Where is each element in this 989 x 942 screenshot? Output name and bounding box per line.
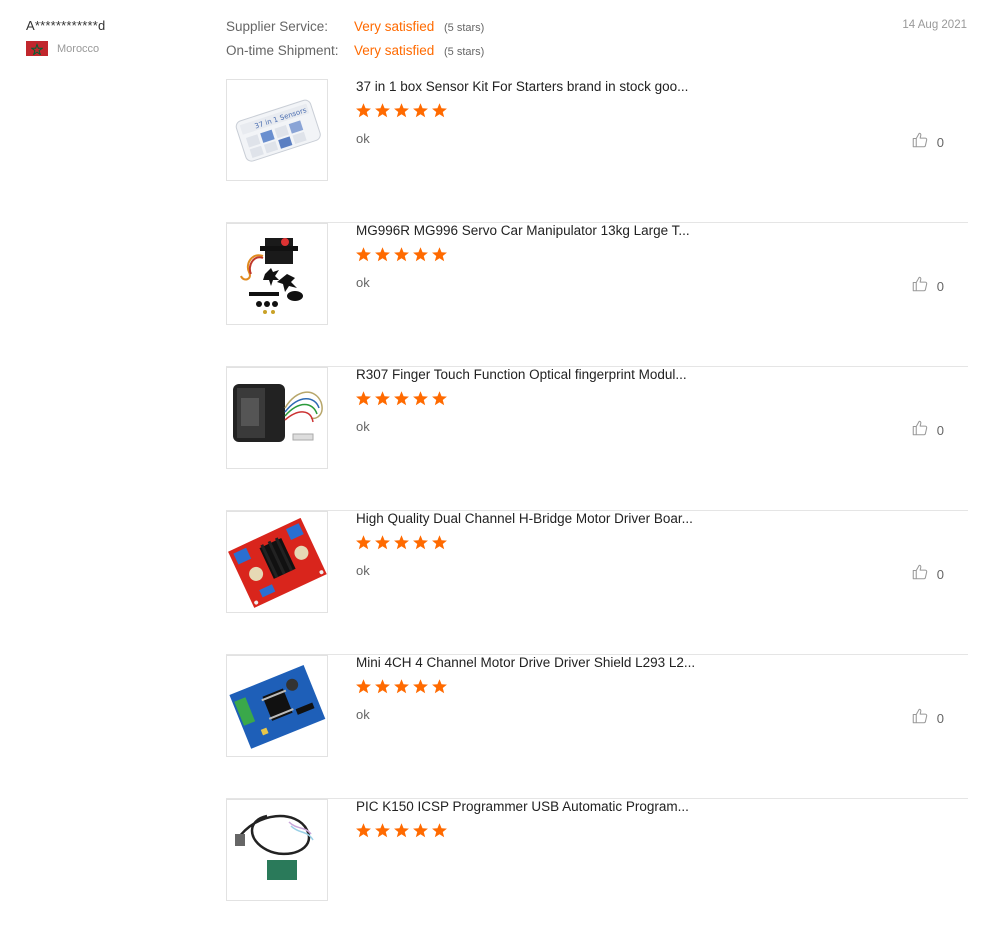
- thumbs-up-icon: [911, 563, 929, 586]
- star-icon: [413, 247, 428, 262]
- star-icon: [375, 247, 390, 262]
- star-icon: [394, 823, 409, 838]
- product-thumbnail[interactable]: [226, 367, 328, 469]
- star-icon: [432, 535, 447, 550]
- product-title-link[interactable]: MG996R MG996 Servo Car Manipulator 13kg …: [356, 223, 706, 239]
- star-icon: [394, 103, 409, 118]
- thumbs-up-icon: [911, 707, 929, 730]
- helpful-button[interactable]: 0: [911, 707, 944, 730]
- thumbs-up-icon: [911, 131, 929, 154]
- product-thumbnail[interactable]: [226, 511, 328, 613]
- product-title-link[interactable]: PIC K150 ICSP Programmer USB Automatic P…: [356, 799, 706, 815]
- helpful-count: 0: [936, 567, 944, 582]
- helpful-button[interactable]: 0: [911, 275, 944, 298]
- star-icon: [432, 103, 447, 118]
- star-icon: [375, 103, 390, 118]
- star-icon: [432, 391, 447, 406]
- star-icon: [356, 823, 371, 838]
- buyer-info: A************d Morocco: [26, 18, 105, 56]
- thumbs-up-icon: [911, 419, 929, 442]
- rating-label: Supplier Service:: [226, 19, 329, 34]
- helpful-button[interactable]: 0: [911, 131, 944, 154]
- product-title-link[interactable]: 37 in 1 box Sensor Kit For Starters bran…: [356, 79, 706, 95]
- rating-label: On-time Shipment:: [226, 43, 339, 58]
- star-icon: [356, 247, 371, 262]
- product-thumbnail[interactable]: 37 in 1 Sensors: [226, 79, 328, 181]
- star-icon: [394, 535, 409, 550]
- product-review-item: Mini 4CH 4 Channel Motor Drive Driver Sh…: [226, 655, 968, 799]
- rating-value: Very satisfied: [354, 19, 435, 34]
- review-comment: ok: [356, 275, 370, 290]
- star-icon: [413, 823, 428, 838]
- star-icon: [432, 679, 447, 694]
- rating-stars-text: (5 stars): [444, 22, 485, 34]
- review-comment: ok: [356, 707, 370, 722]
- star-icon: [356, 679, 371, 694]
- product-thumbnail[interactable]: [226, 655, 328, 757]
- star-icon: [413, 391, 428, 406]
- product-review-list: 37 in 1 Sensors 37 in 1 box Sensor Kit F…: [226, 79, 968, 942]
- star-icon: [394, 679, 409, 694]
- helpful-button[interactable]: 0: [911, 419, 944, 442]
- product-star-rating: [355, 678, 448, 695]
- product-review-item: R307 Finger Touch Function Optical finge…: [226, 367, 968, 511]
- product-star-rating: [355, 534, 448, 551]
- product-star-rating: [355, 102, 448, 119]
- review-comment: ok: [356, 563, 370, 578]
- star-icon: [432, 823, 447, 838]
- buyer-country: Morocco: [26, 41, 105, 56]
- helpful-count: 0: [936, 135, 944, 150]
- product-review-item: PIC K150 ICSP Programmer USB Automatic P…: [226, 799, 968, 942]
- product-title-link[interactable]: High Quality Dual Channel H-Bridge Motor…: [356, 511, 706, 527]
- rating-stars-text: (5 stars): [444, 46, 485, 58]
- review-comment: ok: [356, 419, 370, 434]
- product-star-rating: [355, 390, 448, 407]
- seller-ratings: Supplier Service: Very satisfied (5 star…: [226, 19, 484, 67]
- star-icon: [413, 535, 428, 550]
- star-icon: [413, 679, 428, 694]
- product-review-item: MG996R MG996 Servo Car Manipulator 13kg …: [226, 223, 968, 367]
- helpful-count: 0: [936, 423, 944, 438]
- country-name: Morocco: [57, 42, 100, 55]
- buyer-name: A************d: [26, 18, 106, 33]
- star-icon: [356, 535, 371, 550]
- star-icon: [432, 247, 447, 262]
- rating-row-supplier-service: Supplier Service: Very satisfied (5 star…: [226, 19, 484, 43]
- rating-row-shipment: On-time Shipment: Very satisfied (5 star…: [226, 43, 484, 67]
- product-star-rating: [355, 822, 448, 839]
- product-title-link[interactable]: R307 Finger Touch Function Optical finge…: [356, 367, 706, 383]
- star-icon: [375, 679, 390, 694]
- star-icon: [413, 103, 428, 118]
- morocco-flag-icon: [26, 41, 48, 56]
- star-icon: [375, 391, 390, 406]
- helpful-count: 0: [936, 279, 944, 294]
- review-comment: ok: [356, 131, 370, 146]
- thumbs-up-icon: [911, 275, 929, 298]
- star-icon: [394, 391, 409, 406]
- review-date: 14 Aug 2021: [902, 19, 967, 31]
- star-icon: [394, 247, 409, 262]
- product-review-item: High Quality Dual Channel H-Bridge Motor…: [226, 511, 968, 655]
- product-star-rating: [355, 246, 448, 263]
- star-icon: [375, 535, 390, 550]
- rating-value: Very satisfied: [354, 43, 435, 58]
- helpful-count: 0: [936, 711, 944, 726]
- star-icon: [375, 823, 390, 838]
- product-thumbnail[interactable]: [226, 799, 328, 901]
- helpful-button[interactable]: 0: [911, 563, 944, 586]
- product-thumbnail[interactable]: [226, 223, 328, 325]
- product-title-link[interactable]: Mini 4CH 4 Channel Motor Drive Driver Sh…: [356, 655, 706, 671]
- product-review-item: 37 in 1 Sensors 37 in 1 box Sensor Kit F…: [226, 79, 968, 223]
- star-icon: [356, 103, 371, 118]
- star-icon: [356, 391, 371, 406]
